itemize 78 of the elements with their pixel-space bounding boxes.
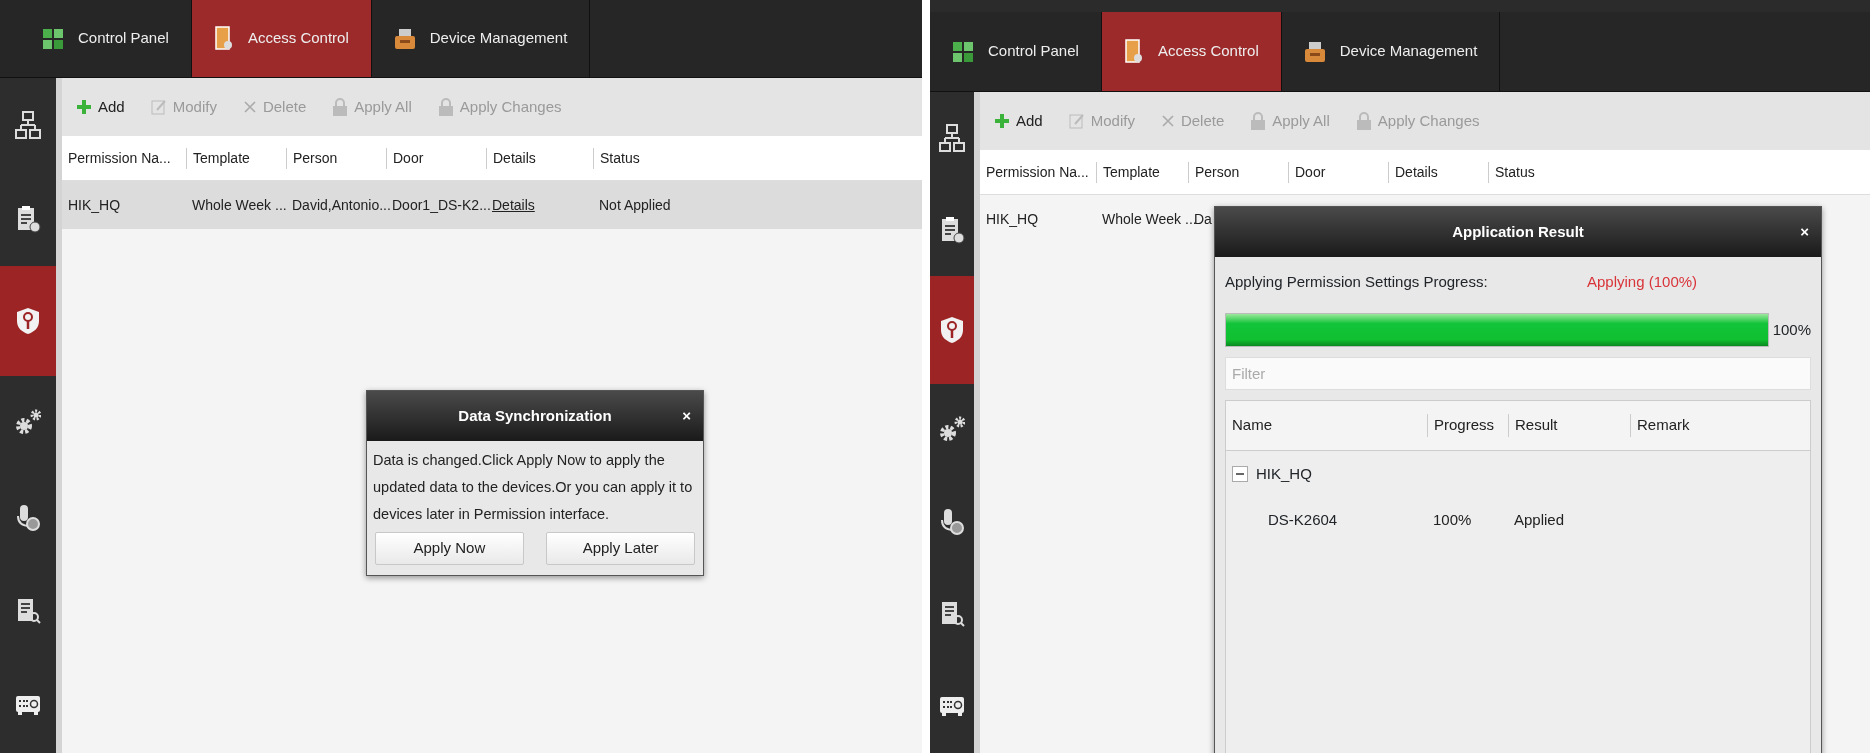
- door-icon: [1123, 38, 1144, 65]
- lock-icon: [1355, 111, 1372, 131]
- tiles-icon: [952, 40, 974, 63]
- toolbar-button[interactable]: Add: [74, 93, 127, 121]
- toolbar-button[interactable]: Add: [992, 107, 1045, 135]
- device-icon: [393, 27, 416, 50]
- column-header[interactable]: Status: [593, 147, 922, 169]
- filter-field[interactable]: Filter: [1225, 357, 1811, 390]
- table-cell: Whole Week ...: [192, 196, 287, 213]
- table-cell: 100%: [1433, 510, 1472, 528]
- dialog-title: Application Result: [1452, 221, 1584, 242]
- close-icon: [242, 100, 257, 114]
- tab[interactable]: Device Management: [1281, 12, 1501, 91]
- close-icon: [1160, 114, 1175, 128]
- details-link[interactable]: Details: [492, 196, 535, 213]
- column-header[interactable]: Result: [1508, 414, 1630, 437]
- tree-item[interactable]: HIK_HQ: [1256, 462, 1312, 486]
- document-search-icon: [15, 597, 41, 626]
- status-text: Applying (100%): [1587, 272, 1698, 292]
- shield-icon: [15, 307, 41, 336]
- table-cell: Applied: [1514, 510, 1565, 528]
- network-icon: [15, 111, 41, 140]
- progress-value: 100%: [1772, 319, 1811, 340]
- dialog-message: Data is changed.Click Apply Now to apply the updated data to the devices.Or you can apply it to devices later in Permission interface.: [372, 451, 694, 524]
- minus-icon: [1236, 470, 1244, 478]
- column-header[interactable]: Person: [286, 147, 386, 169]
- tab[interactable]: Access Control: [191, 0, 372, 77]
- column-header[interactable]: Status: [1488, 161, 1870, 183]
- column-header[interactable]: Permission Na...: [980, 161, 1096, 183]
- table-cell: David,Antonio...: [292, 196, 391, 213]
- door-icon: [213, 25, 234, 52]
- column-header[interactable]: Details: [1388, 161, 1488, 183]
- tree-item[interactable]: DS-K2604: [1268, 508, 1338, 532]
- dialog-button[interactable]: Apply Now: [375, 532, 524, 565]
- clipboard-icon: [939, 216, 965, 245]
- tab[interactable]: Access Control: [1101, 12, 1282, 91]
- column-header[interactable]: Remark: [1630, 414, 1810, 437]
- lock-icon: [332, 97, 349, 117]
- close-button[interactable]: ×: [1798, 220, 1811, 244]
- column-header[interactable]: Name: [1226, 414, 1427, 437]
- column-header[interactable]: Door: [1288, 161, 1388, 183]
- column-header[interactable]: Door: [386, 147, 486, 169]
- sidebar-item[interactable]: [0, 266, 56, 377]
- microphone-icon: [15, 503, 41, 532]
- tiles-icon: [42, 27, 64, 50]
- shield-icon: [939, 316, 965, 345]
- table-row[interactable]: HIK_HQ Whole Week ... David,Antonio...Door1_DS-K2...Details Not Applied: [62, 181, 922, 229]
- plus-icon: [76, 99, 92, 115]
- sidebar-item[interactable]: [930, 276, 974, 385]
- dialog-title: Data Synchronization: [458, 405, 612, 426]
- table-cell: Da: [1194, 210, 1212, 227]
- column-header[interactable]: Template: [1096, 161, 1188, 183]
- plus-icon: [994, 113, 1010, 129]
- dialog-button[interactable]: Apply Later: [546, 532, 695, 565]
- expand-toggle[interactable]: [1232, 466, 1248, 482]
- edit-icon: [1068, 113, 1085, 129]
- lock-icon: [437, 97, 454, 117]
- column-header[interactable]: Progress: [1427, 414, 1508, 437]
- column-header[interactable]: Details: [486, 147, 593, 169]
- close-button[interactable]: ×: [680, 404, 693, 428]
- clipboard-icon: [15, 205, 41, 234]
- table-cell: HIK_HQ: [986, 210, 1039, 227]
- tab[interactable]: Device Management: [371, 0, 591, 77]
- column-header[interactable]: Person: [1188, 161, 1288, 183]
- microphone-icon: [939, 508, 965, 537]
- tab[interactable]: Control Panel: [930, 12, 1102, 91]
- table-cell: Not Applied: [599, 196, 671, 213]
- table-cell: HIK_HQ: [68, 196, 121, 213]
- column-header[interactable]: Template: [186, 147, 286, 169]
- network-icon: [939, 124, 965, 153]
- table-cell: Door1_DS-K2...: [392, 196, 491, 213]
- lock-icon: [1250, 111, 1267, 131]
- tab[interactable]: Control Panel: [20, 0, 192, 77]
- edit-icon: [150, 99, 167, 115]
- document-search-icon: [939, 600, 965, 629]
- column-header[interactable]: Permission Na...: [62, 147, 186, 169]
- progress-label: Applying Permission Settings Progress:: [1225, 272, 1489, 292]
- device-icon: [1303, 40, 1326, 63]
